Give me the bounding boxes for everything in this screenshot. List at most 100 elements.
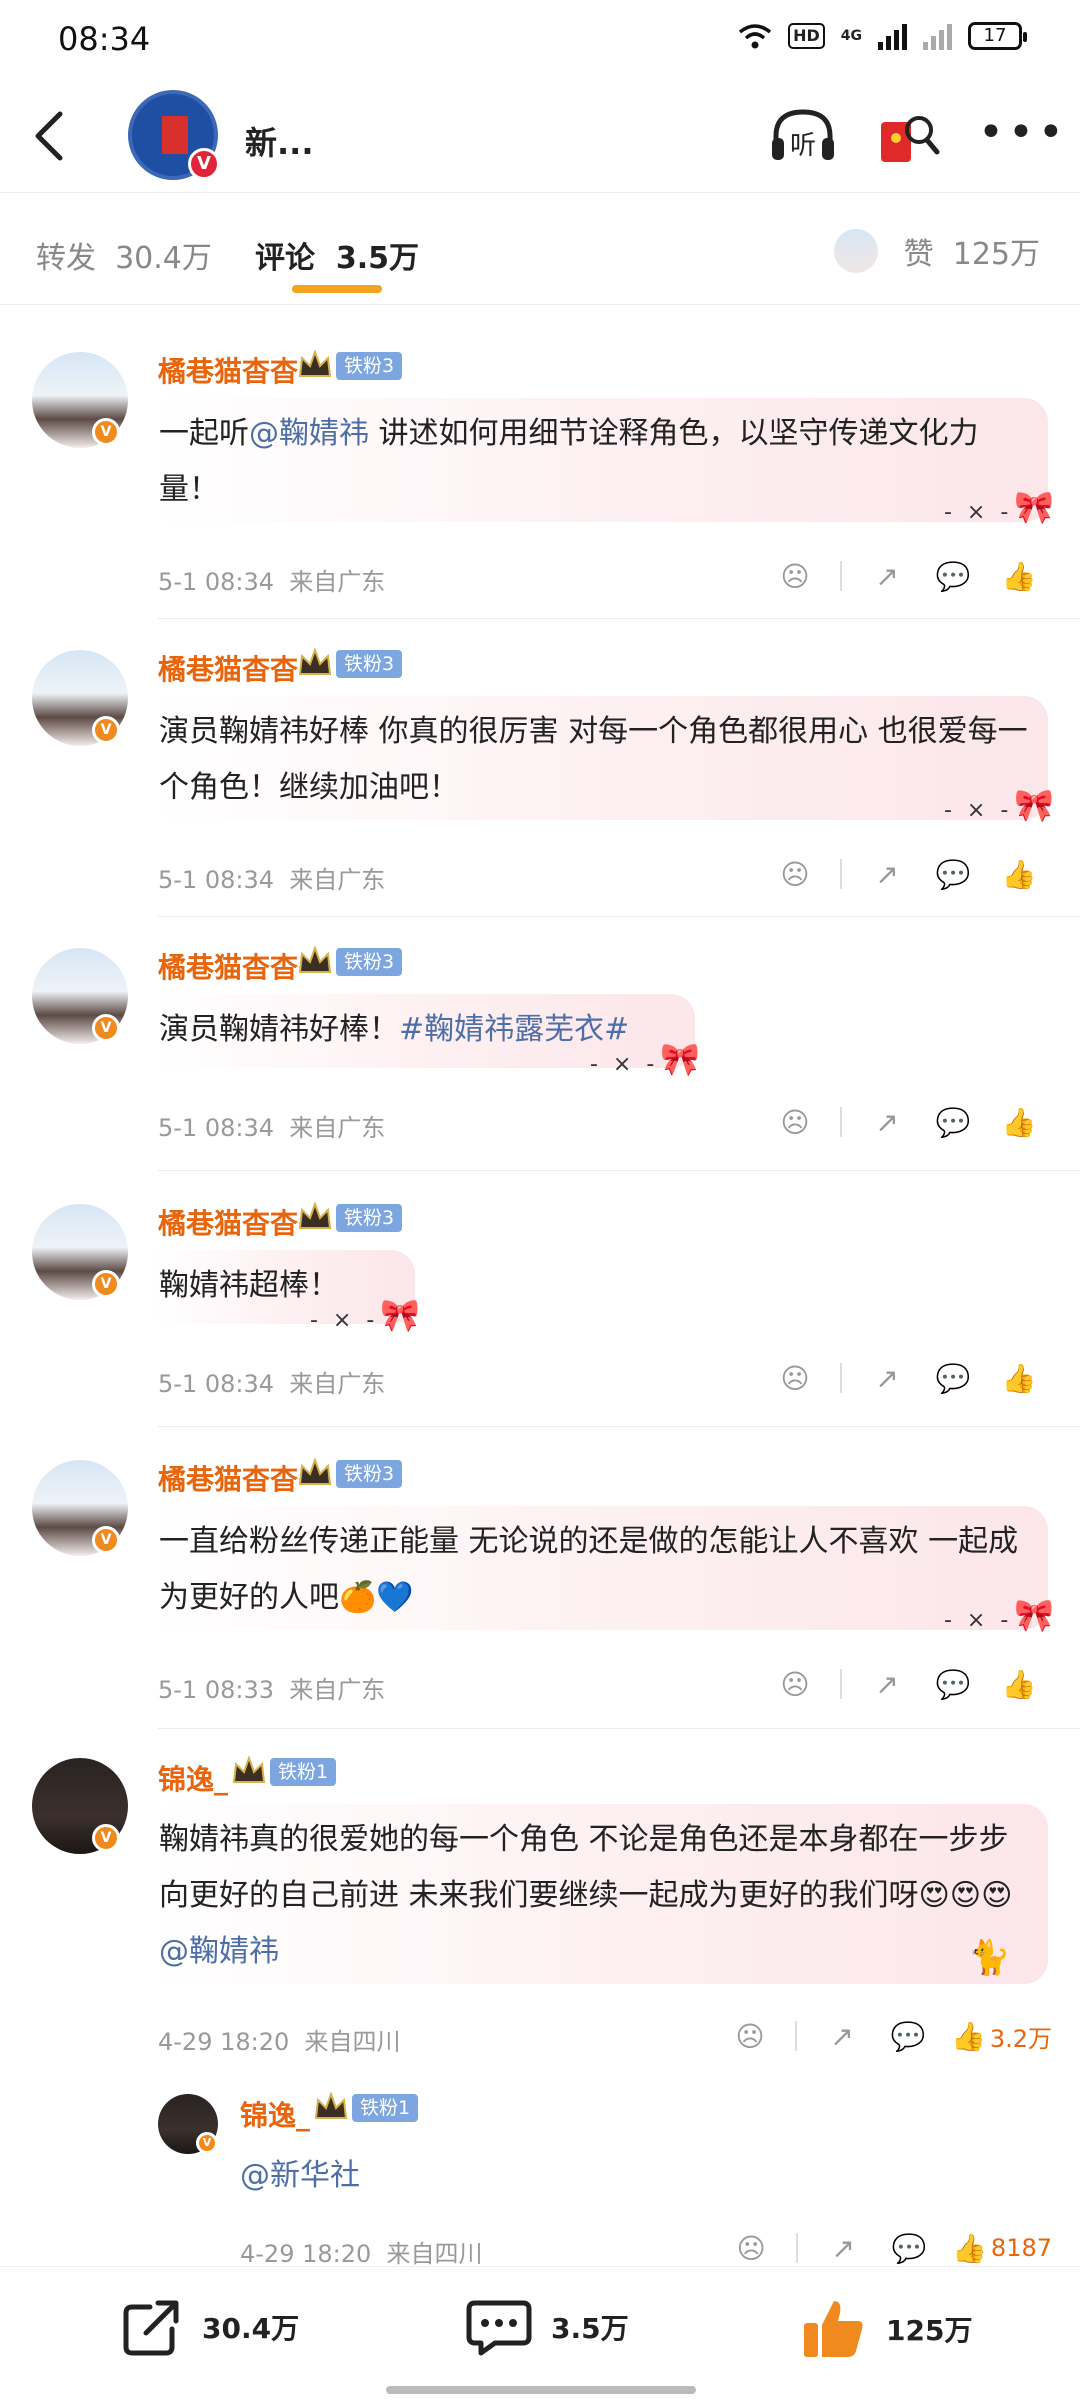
verified-icon: V bbox=[92, 1824, 120, 1852]
dislike-icon[interactable]: ☹ bbox=[762, 1356, 828, 1400]
comment-date: 5-1 bbox=[158, 1676, 198, 1704]
like-button[interactable]: 👍 8187 bbox=[942, 2226, 1052, 2270]
share-icon[interactable]: ↗ bbox=[854, 554, 920, 598]
repost-icon bbox=[123, 2300, 179, 2356]
dislike-icon[interactable]: ☹ bbox=[718, 2226, 784, 2270]
verified-icon: V bbox=[92, 1270, 120, 1298]
share-icon[interactable]: ↗ bbox=[854, 1662, 920, 1706]
username[interactable]: 橘巷猫杳杳 bbox=[158, 648, 298, 688]
username[interactable]: 橘巷猫杳杳 bbox=[158, 350, 298, 390]
comment-time: 08:33 bbox=[204, 1676, 275, 1704]
listen-icon[interactable]: 听 bbox=[770, 106, 836, 166]
svg-text:听: 听 bbox=[790, 131, 816, 161]
comment-button[interactable]: 3.5万 bbox=[465, 2297, 629, 2357]
share-icon[interactable]: ↗ bbox=[854, 1100, 920, 1144]
back-icon[interactable] bbox=[30, 108, 80, 164]
crown-icon bbox=[298, 946, 332, 973]
fan-level-badge: 铁粉3 bbox=[336, 650, 403, 678]
bow-icon: 🎀 bbox=[380, 1296, 420, 1334]
reply-icon[interactable]: 💬 bbox=[920, 1100, 986, 1144]
like-icon[interactable]: 👍 bbox=[986, 1100, 1052, 1144]
comment-location: 来自四川 bbox=[304, 2028, 401, 2056]
like-icon[interactable]: 👍 bbox=[986, 1662, 1052, 1706]
fan-level-badge: 铁粉1 bbox=[352, 2094, 419, 2122]
like-count: 125万 bbox=[886, 2314, 973, 2347]
username[interactable]: 橘巷猫杳杳 bbox=[158, 1202, 298, 1242]
logo-building-icon bbox=[162, 116, 188, 154]
comment-time: 08:34 bbox=[204, 568, 275, 596]
comment-time: 08:34 bbox=[204, 866, 275, 894]
hashtag-link[interactable]: #鞠婧祎露芜衣# bbox=[399, 1012, 629, 1047]
comment-body: 演员鞠婧祎好棒！ bbox=[159, 1012, 399, 1047]
crown-icon bbox=[314, 2092, 348, 2119]
like-icon[interactable]: 👍 bbox=[986, 554, 1052, 598]
comment-body: 一起听 bbox=[159, 416, 249, 451]
red-packet-icon[interactable] bbox=[875, 108, 941, 168]
repost-button[interactable]: 30.4万 bbox=[120, 2297, 299, 2357]
battery-icon: 17 bbox=[968, 22, 1027, 50]
comment-icon bbox=[466, 2300, 532, 2356]
comment-body: 鞠婧祎超棒！ bbox=[159, 1268, 339, 1303]
comment-text: 一直给粉丝传递正能量 无论说的还是做的怎能让人不喜欢 一起成为更好的人吧🍊💙 bbox=[155, 1506, 1048, 1630]
dislike-icon[interactable]: ☹ bbox=[762, 1662, 828, 1706]
dislike-icon[interactable]: ☹ bbox=[762, 1100, 828, 1144]
comment-body: 演员鞠婧祎好棒 你真的很厉害 对每一个角色都很用心 也很爱每一个角色！继续加油吧… bbox=[159, 714, 1028, 805]
more-icon[interactable]: ••• bbox=[978, 111, 1068, 155]
tab-repost[interactable]: 转发 30.4万 bbox=[36, 233, 212, 277]
comment-meta: 5-1 08:34 来自广东 bbox=[158, 1364, 385, 1399]
tab-like[interactable]: 赞 125万 bbox=[833, 229, 1040, 273]
reply-username[interactable]: 锦逸_ bbox=[240, 2094, 310, 2134]
comment-location: 来自广东 bbox=[289, 866, 386, 894]
like-icon: 👍 bbox=[950, 2019, 986, 2053]
dislike-icon[interactable]: ☹ bbox=[762, 554, 828, 598]
reply-icon[interactable]: 💬 bbox=[920, 1356, 986, 1400]
comment-time: 08:34 bbox=[204, 1370, 275, 1398]
comment-date: 5-1 bbox=[158, 568, 198, 596]
reply-icon[interactable]: 💬 bbox=[876, 2226, 942, 2270]
battery-level: 17 bbox=[983, 25, 1007, 46]
like-button-main[interactable]: 125万 bbox=[800, 2297, 972, 2361]
status-time: 08:34 bbox=[58, 20, 151, 58]
crown-icon bbox=[298, 648, 332, 675]
reply-icon[interactable]: 💬 bbox=[920, 852, 986, 896]
comment-actions: ☹ ↗ 💬 👍 bbox=[762, 852, 1052, 896]
username[interactable]: 橘巷猫杳杳 bbox=[158, 1458, 298, 1498]
comment-time: 18:20 bbox=[220, 2028, 290, 2056]
share-icon[interactable]: ↗ bbox=[854, 852, 920, 896]
account-name[interactable]: 新... bbox=[245, 118, 313, 164]
reply-icon[interactable]: 💬 bbox=[920, 554, 986, 598]
reply-icon[interactable]: 💬 bbox=[920, 1662, 986, 1706]
status-icons: HD 4G 17 bbox=[738, 22, 1027, 50]
dislike-icon[interactable]: ☹ bbox=[762, 852, 828, 896]
share-icon[interactable]: ↗ bbox=[810, 2226, 876, 2270]
mention-link[interactable]: @鞠婧祎 bbox=[249, 416, 369, 451]
home-indicator[interactable] bbox=[386, 2386, 696, 2394]
reply-mention[interactable]: @新华社 bbox=[240, 2150, 360, 2194]
dislike-icon[interactable]: ☹ bbox=[717, 2014, 783, 2058]
like-icon[interactable]: 👍 bbox=[986, 852, 1052, 896]
like-count: 8187 bbox=[990, 2234, 1052, 2262]
like-icon[interactable]: 👍 bbox=[986, 1356, 1052, 1400]
username[interactable]: 锦逸_ bbox=[158, 1758, 228, 1798]
status-bar: 08:34 HD 4G 17 bbox=[0, 0, 1080, 78]
account-avatar[interactable]: V bbox=[128, 90, 220, 180]
comment-text: 演员鞠婧祎好棒 你真的很厉害 对每一个角色都很用心 也很爱每一个角色！继续加油吧… bbox=[155, 696, 1048, 820]
fan-level-badge: 铁粉3 bbox=[336, 948, 403, 976]
comment-location: 来自广东 bbox=[289, 1114, 386, 1142]
tab-repost-label: 转发 bbox=[36, 241, 96, 276]
reply-icon[interactable]: 💬 bbox=[875, 2014, 941, 2058]
like-icon: 👍 bbox=[952, 2231, 987, 2265]
share-icon[interactable]: ↗ bbox=[854, 1356, 920, 1400]
username[interactable]: 橘巷猫杳杳 bbox=[158, 946, 298, 986]
comment-meta: 5-1 08:34 来自广东 bbox=[158, 1108, 385, 1143]
share-icon[interactable]: ↗ bbox=[809, 2014, 875, 2058]
repost-count: 30.4万 bbox=[202, 2312, 300, 2345]
deco-dashes: - × - bbox=[590, 1052, 659, 1077]
comment-body: 一直给粉丝传递正能量 无论说的还是做的怎能让人不喜欢 一起成为更好的人吧🍊💙 bbox=[159, 1524, 1019, 1615]
tab-comment[interactable]: 评论 3.5万 bbox=[255, 233, 419, 293]
liker-avatar bbox=[833, 229, 878, 273]
like-button[interactable]: 👍 3.2万 bbox=[941, 2014, 1052, 2058]
mention-link[interactable]: @鞠婧祎 bbox=[159, 1934, 279, 1969]
verified-icon: V bbox=[92, 1014, 120, 1042]
comment-actions: ☹ ↗ 💬 👍 3.2万 bbox=[717, 2014, 1052, 2058]
